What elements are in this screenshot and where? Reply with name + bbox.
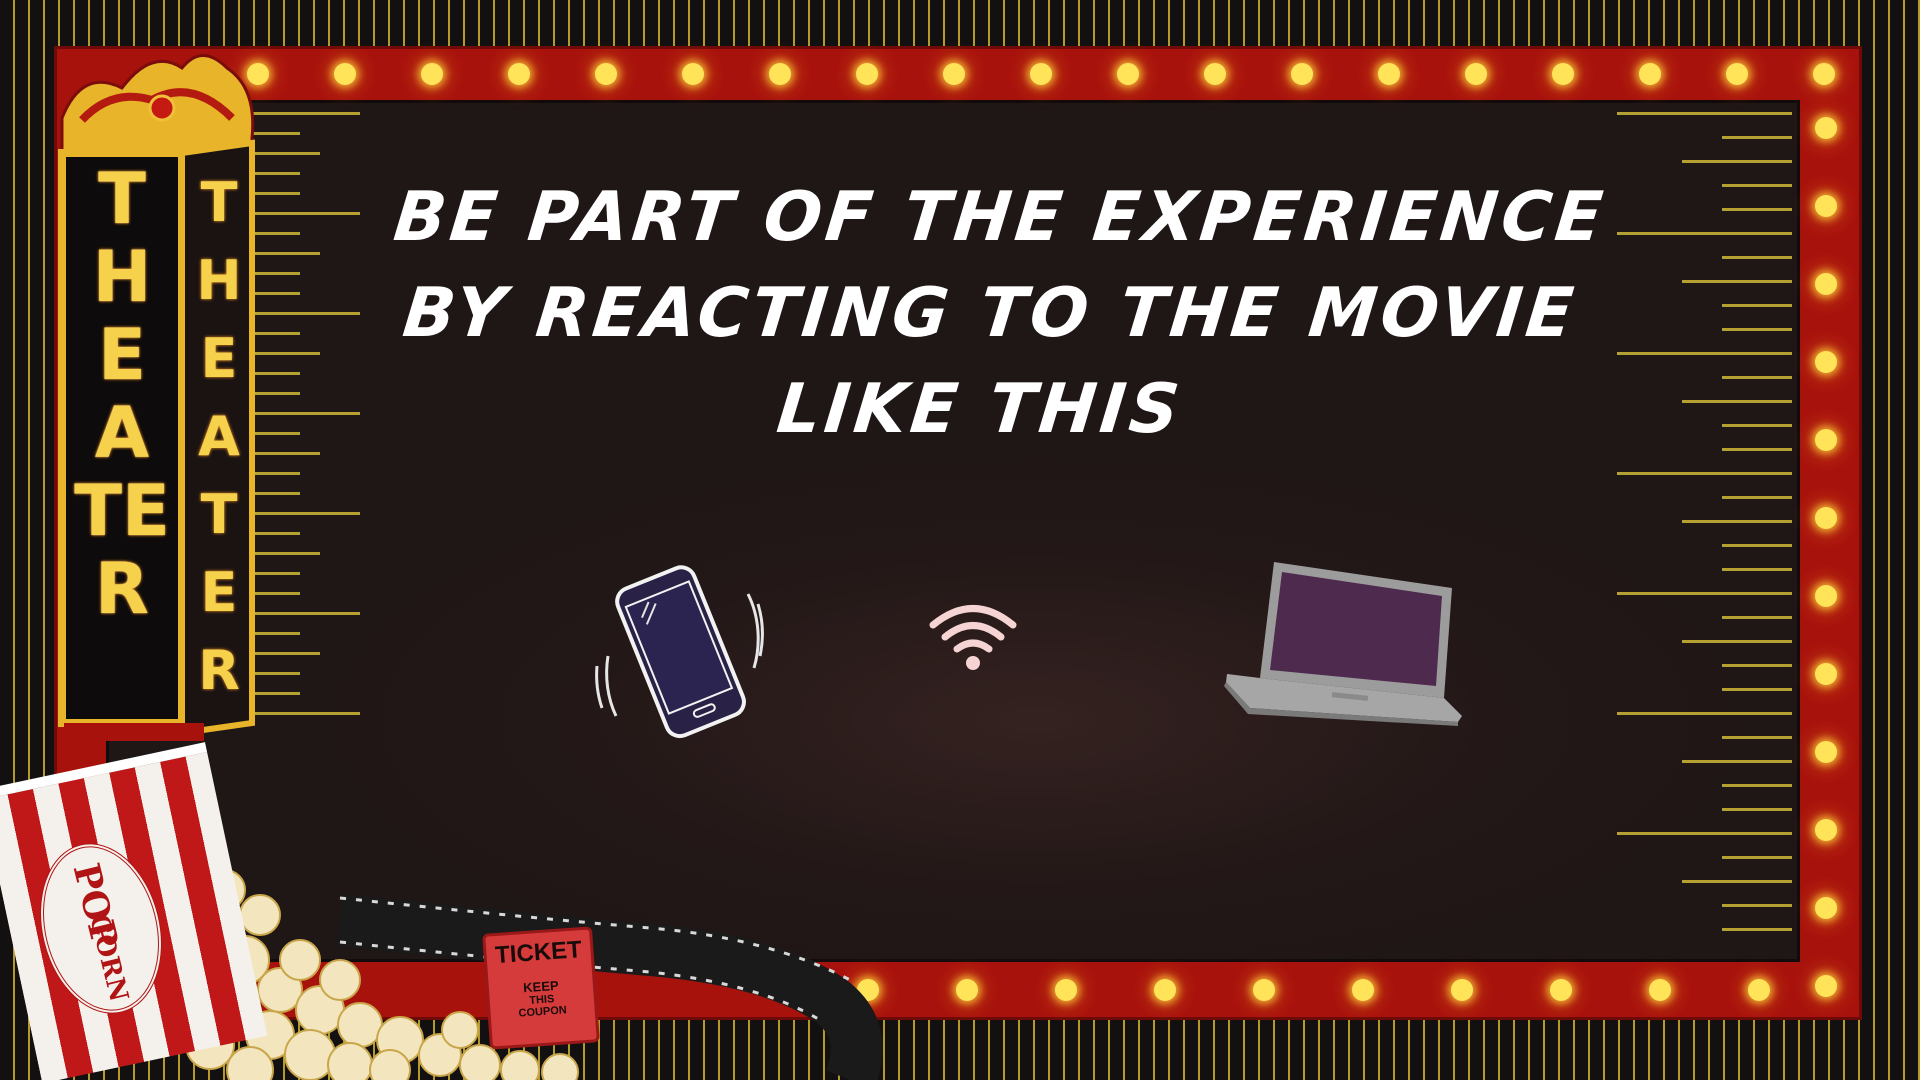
ruler-tick [1722,928,1792,931]
ruler-tick [1722,544,1792,547]
marquee-bulb [1352,979,1374,1001]
wifi-icon [929,605,1017,670]
marquee-bulb [334,63,356,85]
marquee-bulb [1815,195,1837,217]
heading-line-2: by reacting to the movie [399,274,1581,353]
ruler-tick [250,712,360,715]
ruler-tick [1722,424,1792,427]
main-heading: Be part of the experience by reacting to… [315,170,1665,458]
ruler-tick [250,252,320,255]
ruler-tick [1617,112,1792,115]
marquee-bulb [1154,979,1176,1001]
ruler-tick [1722,664,1792,667]
marquee-bulb [1649,979,1671,1001]
marquee-bulb [1815,585,1837,607]
ruler-tick [1682,760,1792,763]
ruler-tick [1722,496,1792,499]
ruler-tick [250,452,320,455]
marquee-bulb [1815,351,1837,373]
marquee-bulb [1552,63,1574,85]
marquee-bulb [1550,979,1572,1001]
ruler-tick [1617,472,1792,475]
ruler-tick [1722,904,1792,907]
marquee-bulb [1030,63,1052,85]
stage: Be part of the experience by reacting to… [0,0,1920,1080]
marquee-bulb [508,63,530,85]
ruler-tick [1722,856,1792,859]
marquee-bulb [682,63,704,85]
ruler-tick [1722,136,1792,139]
marquee-bulb [421,63,443,85]
smartphone-icon [595,565,764,739]
ruler-tick [1682,280,1792,283]
theater-marquee-sign: THEATER THEATER [52,48,260,743]
sign-text-side: THEATER [196,171,242,702]
ruler-tick [250,512,360,515]
ruler-tick [1722,808,1792,811]
marquee-bulb [1465,63,1487,85]
marquee-bulb [1726,63,1748,85]
heading-line-3: like this [773,370,1187,449]
marquee-bulb [1815,117,1837,139]
ruler-tick [1722,304,1792,307]
ruler-tick [1722,184,1792,187]
marquee-bulb [1748,979,1770,1001]
ruler-tick [250,352,320,355]
ruler-tick [1722,784,1792,787]
ruler-tick [1682,520,1792,523]
ruler-tick [1617,712,1792,715]
ruler-tick [1722,616,1792,619]
marquee-bulb [1639,63,1661,85]
marquee-bulb [595,63,617,85]
marquee-bulb [1378,63,1400,85]
ruler-tick [1722,256,1792,259]
marquee-bulb [1815,897,1837,919]
marquee-bulb [1055,979,1077,1001]
ruler-tick [250,612,360,615]
ruler-tick [1617,832,1792,835]
marquee-bulb [1815,663,1837,685]
ruler-tick [1722,376,1792,379]
ruler-tick [250,552,320,555]
ruler-tick [1722,448,1792,451]
marquee-bulb [1815,429,1837,451]
ruler-tick [1722,688,1792,691]
marquee-bulb [769,63,791,85]
ruler-tick [1617,592,1792,595]
ruler-tick [1682,400,1792,403]
ruler-tick [1722,736,1792,739]
ruler-tick [1682,160,1792,163]
ruler-tick [1682,640,1792,643]
marquee-bulb [1815,507,1837,529]
marquee-bulb [856,63,878,85]
ruler-tick [1722,568,1792,571]
ruler-tick [250,112,360,115]
heading-line-1: Be part of the experience [390,178,1611,257]
marquee-bulb [1204,63,1226,85]
marquee-bulb [1451,979,1473,1001]
marquee-bulb [1813,63,1835,85]
ruler-tick [1722,208,1792,211]
ruler-tick [1682,880,1792,883]
marquee-bulb [1117,63,1139,85]
marquee-bulb [1815,975,1837,997]
marquee-bulb [1815,819,1837,841]
marquee-bulb [943,63,965,85]
marquee-bulb [956,979,978,1001]
laptop-icon [1224,562,1462,726]
ruler-tick [250,652,320,655]
ruler-tick [250,152,320,155]
marquee-bulb [1815,741,1837,763]
marquee-bulb [1253,979,1275,1001]
sign-text-front: THEATER [74,158,170,630]
marquee-bulb [1815,273,1837,295]
marquee-bulb [1291,63,1313,85]
ruler-tick [1722,328,1792,331]
